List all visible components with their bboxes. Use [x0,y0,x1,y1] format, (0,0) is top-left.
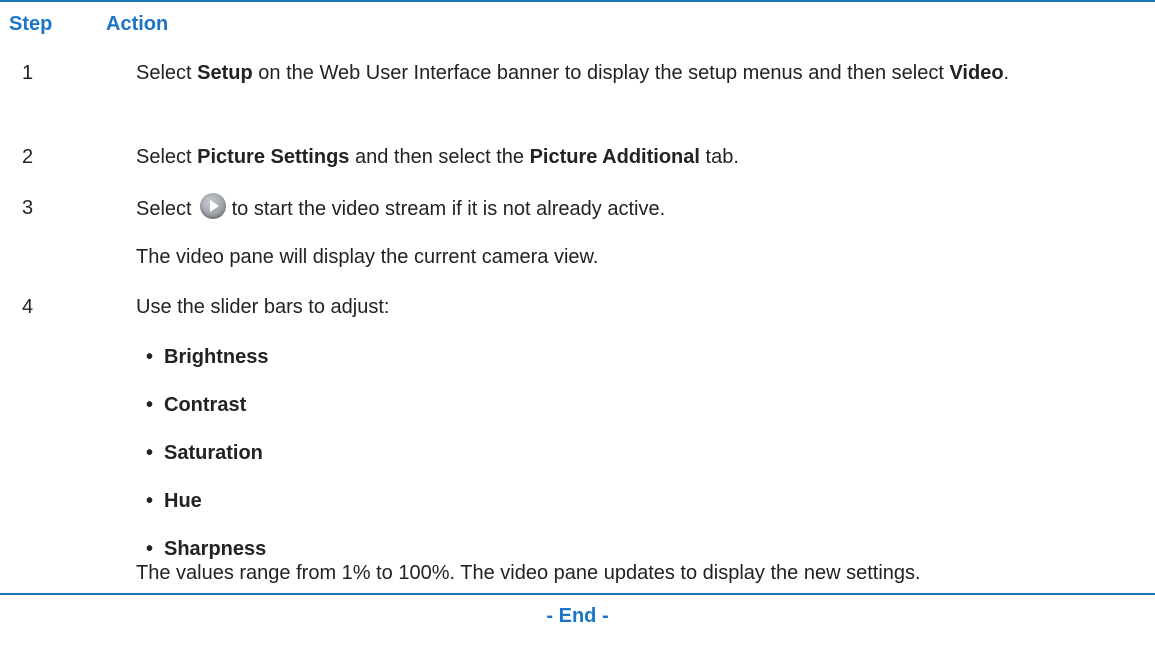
step-note-4: The values range from 1% to 100%. The vi… [136,562,921,584]
ui-term-setup: Setup [197,62,253,84]
step-number-4: 4 [22,296,34,318]
play-button-icon [199,193,226,219]
bullet-item-saturation: • Saturation [146,442,263,464]
step-text-2: Select Picture Settings and then select … [136,146,739,168]
bullet-item-hue: • Hue [146,490,202,512]
bullet-item-brightness: • Brightness [146,346,269,368]
bullet-item-contrast: • Contrast [146,394,247,416]
ui-term-picture-settings: Picture Settings [197,146,350,168]
step-number-3: 3 [22,197,34,219]
ui-term-picture-additional: Picture Additional [529,146,700,168]
step-text-1: Select Setup on the Web User Interface b… [136,62,1010,84]
table-header: Step Action [0,2,1155,42]
step-note-3: The video pane will display the current … [136,246,599,268]
end-marker: - End - [546,605,609,627]
bullet-item-sharpness: • Sharpness [146,538,267,560]
step-number-1: 1 [22,62,34,84]
column-header-step: Step [9,13,53,35]
step-intro-4: Use the slider bars to adjust: [136,296,390,318]
column-header-action: Action [106,13,169,35]
step-text-3: Select to start the video stream if it is… [136,193,1146,224]
footer-rule [0,593,1155,595]
ui-term-video: Video [949,62,1004,84]
step-number-2: 2 [22,146,34,168]
